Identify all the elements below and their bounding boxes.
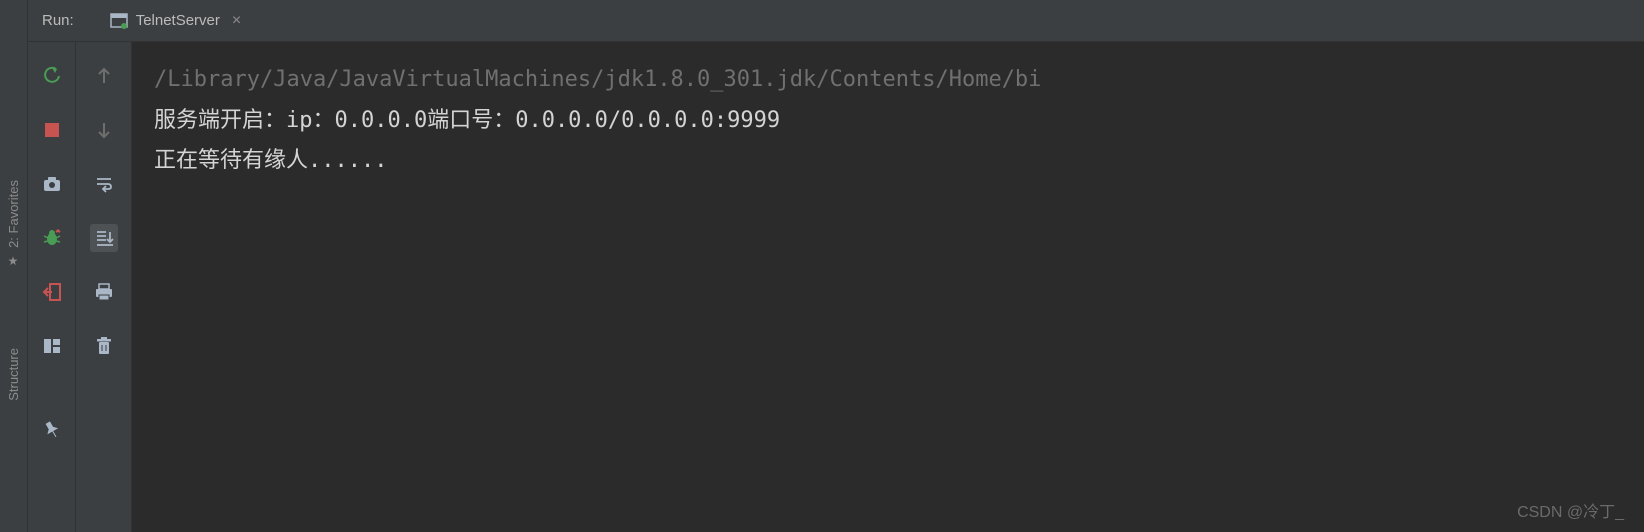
watermark-text: CSDN @冷丁_ — [1517, 498, 1624, 522]
pin-button[interactable] — [38, 416, 66, 444]
sidebar-favorites-label: 2: Favorites — [6, 180, 21, 248]
camera-button[interactable] — [38, 170, 66, 198]
console-line-output: 正在等待有缘人...... — [154, 141, 1622, 182]
debug-button[interactable] — [38, 224, 66, 252]
run-tab-label: TelnetServer — [136, 12, 220, 29]
run-toolbar-secondary — [76, 42, 132, 532]
sidebar-structure-label: Structure — [6, 348, 21, 401]
print-button[interactable] — [90, 278, 118, 306]
soft-wrap-button[interactable] — [90, 170, 118, 198]
console-line-output: 服务端开启：ip：0.0.0.0端口号：0.0.0.0/0.0.0.0:9999 — [154, 101, 1622, 142]
close-icon[interactable]: × — [232, 12, 241, 30]
layout-button[interactable] — [38, 332, 66, 360]
star-icon: ★ — [7, 254, 21, 268]
left-sidebar: ★ 2: Favorites Structure — [0, 0, 28, 532]
rerun-button[interactable] — [38, 62, 66, 90]
console-line-command: /Library/Java/JavaVirtualMachines/jdk1.8… — [154, 60, 1622, 101]
scroll-to-end-button[interactable] — [90, 224, 118, 252]
sidebar-tab-structure[interactable]: Structure — [6, 348, 21, 401]
down-arrow-button[interactable] — [90, 116, 118, 144]
trash-button[interactable] — [90, 332, 118, 360]
run-header: Run: TelnetServer × — [28, 0, 1644, 42]
stop-button[interactable] — [38, 116, 66, 144]
app-window-icon — [110, 12, 128, 30]
sidebar-tab-favorites[interactable]: ★ 2: Favorites — [6, 180, 21, 268]
run-toolbar-primary — [28, 42, 76, 532]
run-tab[interactable]: TelnetServer × — [102, 8, 250, 34]
up-arrow-button[interactable] — [90, 62, 118, 90]
console-output[interactable]: /Library/Java/JavaVirtualMachines/jdk1.8… — [132, 42, 1644, 532]
run-label: Run: — [42, 12, 74, 29]
exit-button[interactable] — [38, 278, 66, 306]
